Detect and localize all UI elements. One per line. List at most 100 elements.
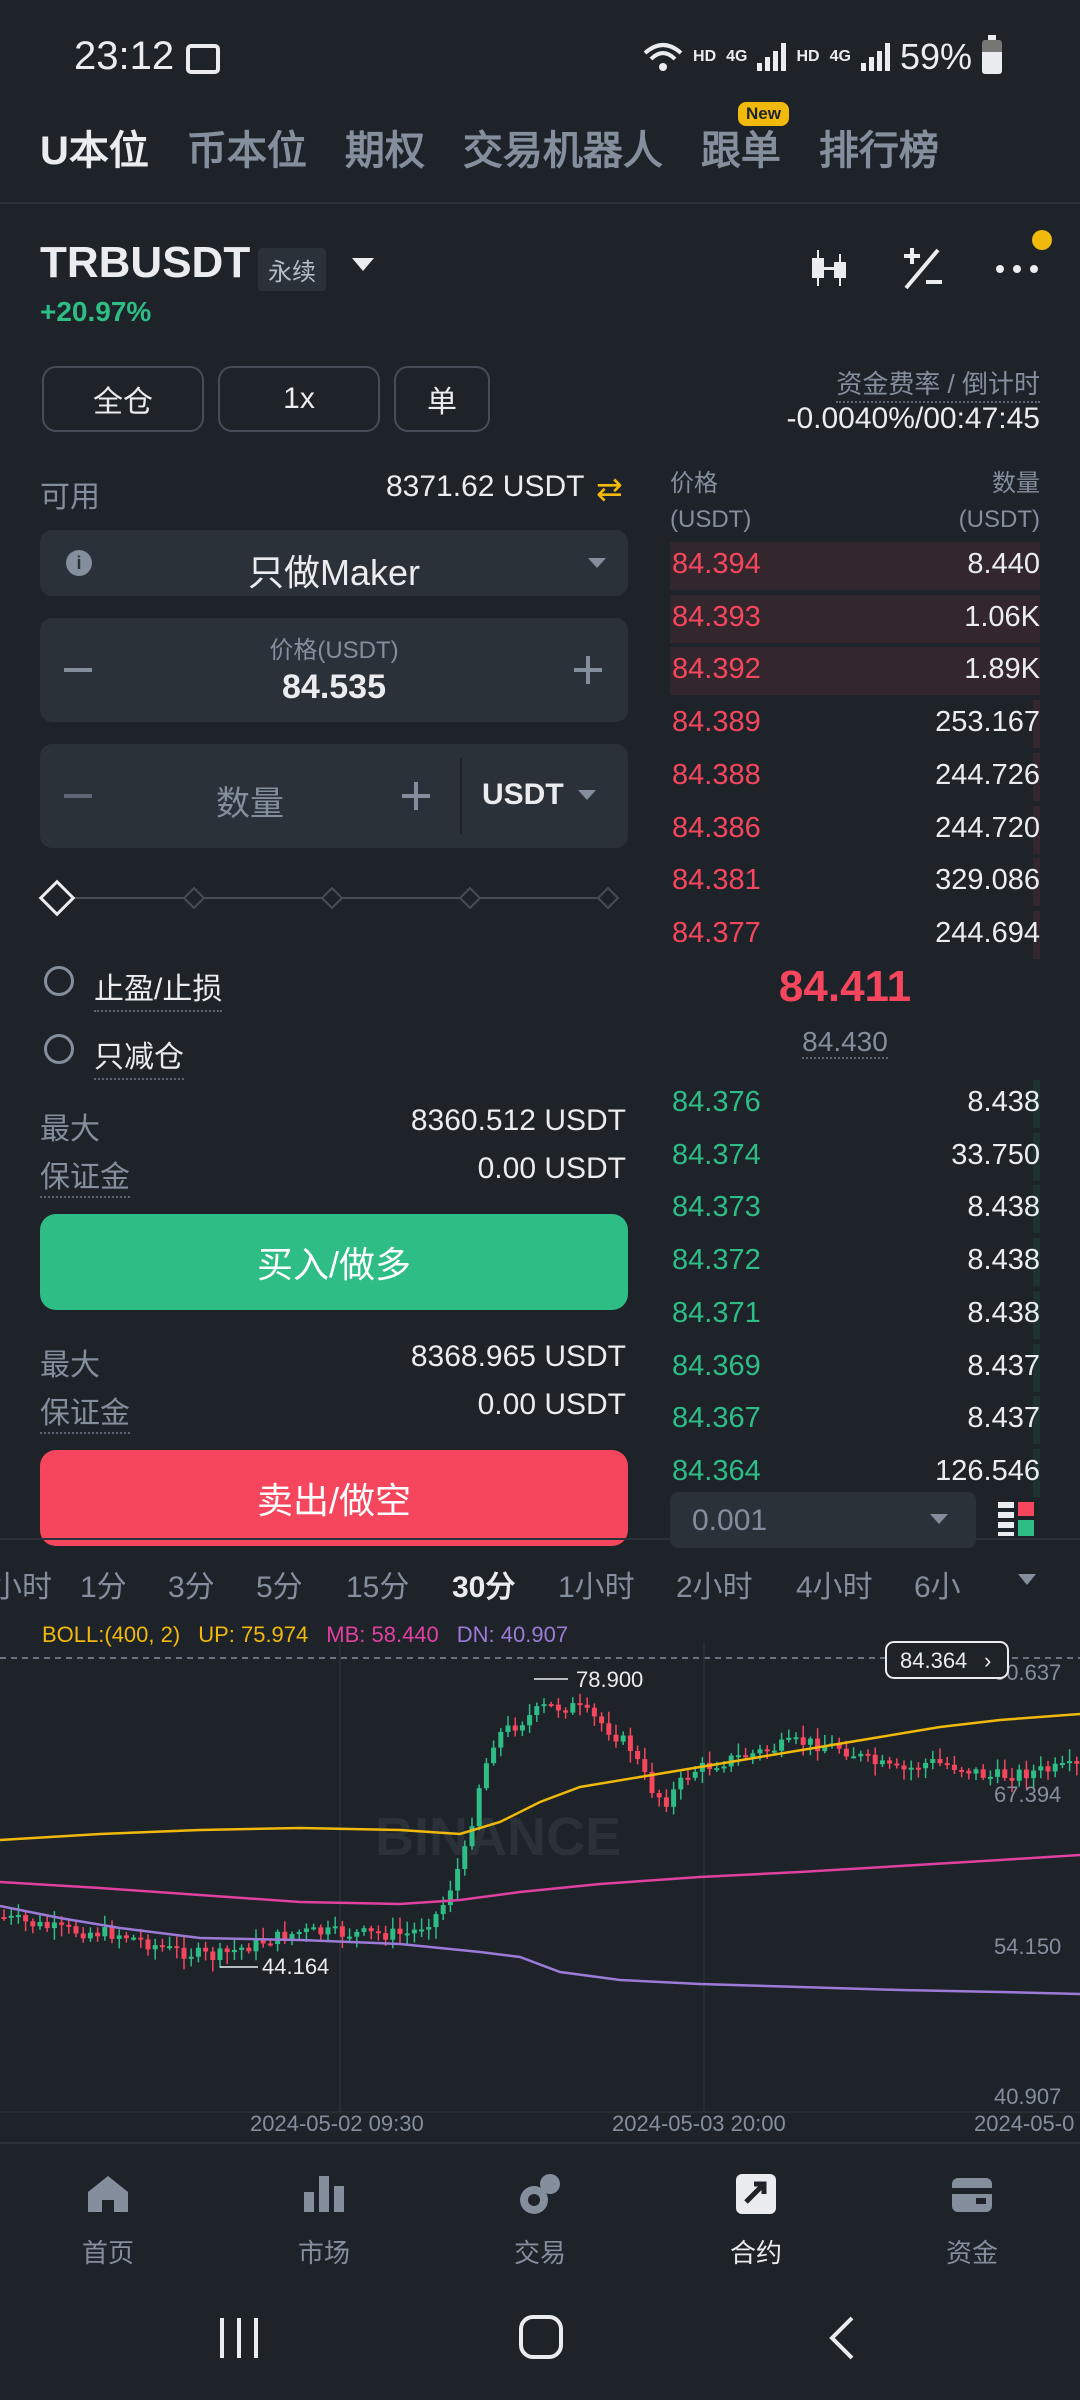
interval-tab[interactable]: 2小时 [676, 1562, 753, 1606]
candle-body [44, 1921, 50, 1929]
orderbook-qty: 244.720 [935, 811, 1040, 844]
candle-body [908, 1767, 914, 1770]
ask-row[interactable]: 84.377 244.694 [670, 909, 1040, 961]
orderbook-price: 84.394 [672, 548, 761, 580]
nav-label: 市场 [297, 2238, 350, 2268]
interval-tab[interactable]: 1小时 [558, 1562, 635, 1606]
symbol-dropdown-icon[interactable] [352, 258, 374, 271]
price-input[interactable]: 价格(USDT) 84.535 [40, 618, 628, 722]
orderbook-qty: 8.437 [967, 1402, 1040, 1435]
candle-body [15, 1915, 21, 1918]
slider-step[interactable] [182, 886, 206, 910]
candle-body [563, 1710, 569, 1713]
bid-row[interactable]: 84.373 8.438 [670, 1183, 1040, 1235]
qty-increase-icon[interactable] [402, 782, 430, 810]
tab-copy-trading[interactable]: 跟单 [701, 118, 781, 176]
slider-step[interactable] [320, 886, 344, 910]
boll-indicator-row[interactable]: BOLL:(400, 2) UP: 75.974 MB: 58.440 DN: … [42, 1622, 568, 1648]
nav-trade[interactable]: 交易 [470, 2170, 610, 2270]
interval-tab[interactable]: 小时 [0, 1562, 52, 1606]
ask-row[interactable]: 84.389 253.167 [670, 698, 1040, 750]
candle-body [440, 1905, 446, 1915]
recent-apps-icon[interactable] [218, 2316, 260, 2360]
sell-margin-label[interactable]: 保证金 [40, 1388, 130, 1434]
last-price[interactable]: 84.411 [670, 962, 1020, 1012]
candle-body [30, 1921, 36, 1927]
sell-short-button[interactable]: 卖出/做空 [40, 1450, 628, 1546]
transfer-icon[interactable]: ⇄ [596, 470, 623, 508]
slider-step[interactable] [596, 886, 620, 910]
tab-coinm[interactable]: 币本位 [187, 118, 307, 176]
quantity-unit[interactable]: USDT [482, 778, 564, 812]
bid-row[interactable]: 84.374 33.750 [670, 1131, 1040, 1183]
calculator-icon[interactable] [898, 244, 948, 294]
ask-row[interactable]: 84.386 244.720 [670, 804, 1040, 856]
interval-tab[interactable]: 1分 [80, 1562, 127, 1606]
status-indicators: HD 4G HD 4G 59% [643, 35, 1002, 78]
tab-options[interactable]: 期权 [345, 118, 425, 176]
ask-row[interactable]: 84.388 244.726 [670, 751, 1040, 803]
buy-margin-label[interactable]: 保证金 [40, 1152, 130, 1198]
qty-decrease-icon[interactable] [64, 794, 92, 798]
nav-futures[interactable]: 合约 [686, 2170, 826, 2270]
funding-rate-label[interactable]: 资金费率 / 倒计时 [836, 364, 1040, 403]
tpsl-label[interactable]: 止盈/止损 [94, 964, 223, 1012]
margin-mode-button[interactable]: 全仓 [42, 366, 204, 432]
candle-body [930, 1759, 936, 1763]
tab-usdm[interactable]: U本位 [40, 118, 149, 176]
bid-row[interactable]: 84.369 8.437 [670, 1342, 1040, 1394]
leverage-button[interactable]: 1x [218, 366, 380, 432]
axis-date: 2024-05-02 09:30 [250, 2111, 424, 2132]
ask-row[interactable]: 84.392 1.89K [670, 645, 1040, 697]
orderbook-qty: 244.694 [935, 916, 1040, 949]
reduce-only-radio[interactable] [44, 1034, 74, 1064]
symbol-name[interactable]: TRBUSDT [40, 238, 250, 288]
nav-home[interactable]: 首页 [38, 2170, 178, 2270]
orderbook-price: 84.393 [672, 600, 761, 633]
interval-tab-active[interactable]: 30分 [452, 1562, 515, 1606]
orderbook-qty: 8.437 [967, 1349, 1040, 1382]
signal-icon [860, 43, 890, 71]
interval-tab[interactable]: 3分 [168, 1562, 215, 1606]
more-intervals-icon[interactable] [1018, 1574, 1036, 1585]
interval-tab[interactable]: 15分 [346, 1562, 409, 1606]
back-icon[interactable] [826, 2314, 856, 2362]
bid-row[interactable]: 84.367 8.437 [670, 1394, 1040, 1446]
interval-tab[interactable]: 5分 [256, 1562, 303, 1606]
candle-body [534, 1706, 540, 1716]
tpsl-radio[interactable] [44, 966, 74, 996]
candle-body [613, 1734, 619, 1742]
candle-body [779, 1739, 785, 1751]
tab-trading-bots[interactable]: 交易机器人 [463, 118, 663, 176]
ask-row[interactable]: 84.393 1.06K [670, 593, 1040, 645]
divider [0, 1538, 1080, 1540]
home-button-icon[interactable] [518, 2314, 564, 2360]
candlestick-chart-icon[interactable] [806, 244, 856, 294]
ask-row[interactable]: 84.381 329.086 [670, 856, 1040, 908]
available-value: 8371.62 USDT [386, 470, 585, 503]
status-time: 23:12 [74, 34, 175, 78]
tab-leaderboard[interactable]: 排行榜 [819, 118, 939, 176]
orderbook-layout-icon[interactable] [996, 1498, 1036, 1538]
interval-tab[interactable]: 4小时 [796, 1562, 873, 1606]
position-mode-button[interactable]: 单 [394, 366, 490, 432]
mark-price[interactable]: 84.430 [670, 1026, 1020, 1059]
order-type-select[interactable]: i 只做Maker [40, 530, 628, 596]
slider-handle[interactable] [38, 879, 76, 917]
bid-row[interactable]: 84.372 8.438 [670, 1236, 1040, 1288]
ask-row[interactable]: 84.394 8.440 [670, 540, 1040, 592]
buy-long-button[interactable]: 买入/做多 [40, 1214, 628, 1310]
bid-row[interactable]: 84.371 8.438 [670, 1289, 1040, 1341]
price-increase-icon[interactable] [574, 656, 602, 684]
slider-step[interactable] [458, 886, 482, 910]
reduce-only-label[interactable]: 只减仓 [94, 1032, 184, 1080]
price-value[interactable]: 84.535 [40, 668, 628, 707]
candle-body [591, 1707, 597, 1717]
quantity-input[interactable]: 数量 USDT [40, 744, 628, 848]
interval-tab[interactable]: 6小 [914, 1562, 961, 1606]
more-icon[interactable] [992, 244, 1042, 294]
nav-markets[interactable]: 市场 [254, 2170, 394, 2270]
price-chart[interactable]: BINANCE 78.900 44.164 90.637 84.364 › 67… [0, 1612, 1080, 2132]
nav-wallet[interactable]: 资金 [902, 2170, 1042, 2270]
bid-row[interactable]: 84.376 8.438 [670, 1078, 1040, 1130]
